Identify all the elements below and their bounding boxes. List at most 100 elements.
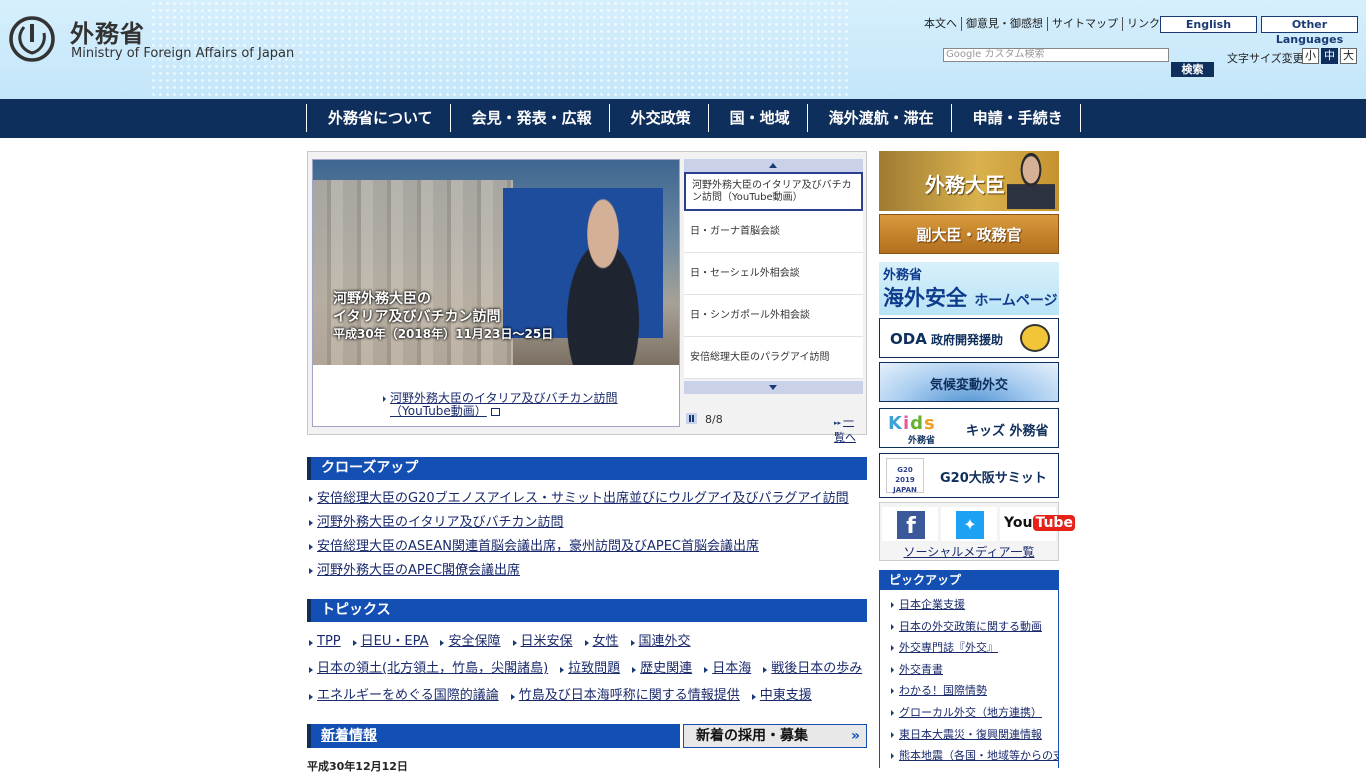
pickup-link[interactable]: 外交青書 — [899, 663, 943, 676]
thumb-item[interactable]: 河野外務大臣のイタリア及びバチカン訪問（YouTube動画） — [684, 172, 863, 211]
youtube-logo-tube: Tube — [1033, 515, 1075, 531]
other-languages-button[interactable]: Other Languages — [1261, 16, 1358, 46]
carousel-thumbnails: 河野外務大臣のイタリア及びバチカン訪問（YouTube動画） 日・ガーナ首脳会談… — [684, 159, 863, 394]
pickup-list: 日本企業支援 日本の外交政策に関する動画 外交専門誌『外交』 外交青書 わかる！… — [880, 590, 1058, 767]
nav-item-countries[interactable]: 国・地域 — [709, 104, 808, 132]
minister-portrait — [1007, 153, 1055, 209]
util-link-sitemap[interactable]: サイトマップ — [1047, 17, 1122, 31]
kids-mofa-banner[interactable]: Kids 外務省 キッズ 外務省 — [879, 408, 1059, 448]
topic-link[interactable]: 竹島及び日本海呼称に関する情報提供 — [519, 688, 740, 703]
topic-link[interactable]: 安全保障 — [448, 634, 500, 649]
pickup-link[interactable]: 日本の外交政策に関する動画 — [899, 620, 1042, 633]
carousel-footer: 8/8 一覧へ — [684, 410, 863, 444]
topic-item: 日EU・EPA — [351, 628, 429, 655]
topic-link[interactable]: 女性 — [593, 634, 619, 649]
topics-row: エネルギーをめぐる国際的議論 竹島及び日本海呼称に関する情報提供 中東支援 — [307, 682, 872, 709]
topics-heading: トピックス — [307, 599, 867, 622]
nav-item-policy[interactable]: 外交政策 — [610, 104, 709, 132]
closeup-link[interactable]: 河野外務大臣のイタリア及びバチカン訪問 — [317, 515, 563, 530]
nav-item-procedures[interactable]: 申請・手続き — [952, 104, 1081, 132]
nav-item-travel[interactable]: 海外渡航・滞在 — [808, 104, 952, 132]
closeup-link[interactable]: 河野外務大臣のAPEC閣僚会議出席 — [317, 563, 520, 578]
topic-item: 日本海 — [702, 655, 751, 682]
list-all-link[interactable]: 一覧へ — [834, 413, 863, 445]
topic-item: 女性 — [583, 628, 619, 655]
kids-banner-label: キッズ 外務省 — [966, 424, 1049, 439]
scroll-up-button[interactable] — [684, 159, 863, 172]
overseas-safety-banner[interactable]: 外務省 海外安全 ホームページ — [879, 262, 1059, 315]
chevron-down-icon — [769, 385, 777, 390]
minister-banner[interactable]: 外務大臣 — [879, 151, 1059, 211]
pickup-link[interactable]: わかる！国際情勢 — [899, 684, 987, 697]
pickup-link[interactable]: 外交専門誌『外交』 — [899, 641, 998, 654]
topic-link[interactable]: 日本の領土(北方領土，竹島，尖閣諸島) — [317, 661, 548, 676]
facebook-button[interactable]: f — [882, 507, 938, 541]
util-link-main-content[interactable]: 本文へ — [920, 17, 961, 31]
list-item: 東日本大震災・復興関連情報 — [890, 724, 1058, 746]
oda-banner[interactable]: ODA 政府開発援助 — [879, 318, 1059, 358]
nav-item-about[interactable]: 外務省について — [307, 104, 451, 132]
closeup-link[interactable]: 安倍総理大臣のG20ブエノスアイレス・サミット出席並びにウルグアイ及びパラグアイ… — [317, 491, 849, 506]
font-size-small-button[interactable]: 小 — [1302, 48, 1319, 64]
vice-minister-banner-label: 副大臣・政務官 — [916, 226, 1022, 244]
thumb-item[interactable]: 安倍総理大臣のパラグアイ訪問 — [684, 337, 863, 379]
topic-link[interactable]: TPP — [317, 634, 341, 649]
youtube-icon: You Tube — [1004, 515, 1075, 531]
topic-link[interactable]: 戦後日本の歩み — [771, 661, 862, 676]
slide-link[interactable]: 河野外務大臣のイタリア及びバチカン訪問 （YouTube動画） — [383, 392, 618, 418]
slide-caption-line2: イタリア及びバチカン訪問 — [333, 309, 501, 325]
thumb-item[interactable]: 日・ガーナ首脳会談 — [684, 211, 863, 253]
topic-item: TPP — [307, 628, 341, 655]
search-button[interactable]: 検索 — [1171, 62, 1214, 77]
nav-item-press[interactable]: 会見・発表・広報 — [451, 104, 610, 132]
closeup-heading: クローズアップ — [307, 457, 867, 480]
list-item: 安倍総理大臣のG20ブエノスアイレス・サミット出席並びにウルグアイ及びパラグアイ… — [307, 487, 849, 511]
tab-recruitment[interactable]: 新着の採用・募集 » — [683, 724, 867, 748]
topic-link[interactable]: 日米安保 — [521, 634, 573, 649]
topic-link[interactable]: 中東支援 — [760, 688, 812, 703]
topic-link[interactable]: 日EU・EPA — [361, 634, 429, 649]
english-button[interactable]: English — [1160, 16, 1257, 33]
slide-link-line2[interactable]: （YouTube動画） — [390, 404, 487, 418]
topic-link[interactable]: 歴史関連 — [640, 661, 692, 676]
global-nav: 外務省について 会見・発表・広報 外交政策 国・地域 海外渡航・滞在 申請・手続… — [0, 99, 1366, 138]
thumb-item[interactable]: 日・セーシェル外相会談 — [684, 253, 863, 295]
pickup-link[interactable]: グローカル外交（地方連携） — [899, 706, 1042, 719]
slide-link-line1[interactable]: 河野外務大臣のイタリア及びバチカン訪問 — [390, 391, 618, 405]
site-logo-japanese[interactable]: 外務省 — [70, 14, 145, 49]
kids-logo-sub: 外務省 — [908, 436, 936, 446]
pickup-link[interactable]: 日本企業支援 — [899, 598, 965, 611]
social-media-list-link[interactable]: ソーシャルメディア一覧 — [880, 543, 1058, 560]
facebook-icon: f — [897, 511, 925, 539]
tab-new-info[interactable]: 新着情報 — [307, 724, 680, 748]
topic-item: 戦後日本の歩み — [761, 655, 862, 682]
scroll-down-button[interactable] — [684, 381, 863, 394]
topic-item: 中東支援 — [750, 682, 812, 709]
twitter-button[interactable]: ✦ — [941, 507, 997, 541]
pickup-link[interactable]: 熊本地震（各国・地域等からの支援等） — [899, 749, 1058, 762]
topic-link[interactable]: 国連外交 — [639, 634, 691, 649]
carousel-slide[interactable]: 河野外務大臣の イタリア及びバチカン訪問 平成30年（2018年）11月23日〜… — [312, 159, 680, 427]
site-logo-english[interactable]: Ministry of Foreign Affairs of Japan — [71, 46, 294, 61]
slide-photo[interactable]: 河野外務大臣の イタリア及びバチカン訪問 平成30年（2018年）11月23日〜… — [313, 160, 679, 365]
util-link-feedback[interactable]: 御意見・御感想 — [961, 17, 1047, 31]
topic-link[interactable]: エネルギーをめぐる国際的議論 — [317, 688, 499, 703]
topic-link[interactable]: 日本海 — [712, 661, 751, 676]
pause-icon[interactable] — [686, 413, 697, 424]
list-item: 熊本地震（各国・地域等からの支援等） — [890, 745, 1058, 767]
pickup-link[interactable]: 東日本大震災・復興関連情報 — [899, 728, 1042, 741]
minister-photo — [543, 190, 663, 365]
g20-osaka-banner[interactable]: G20 2019 JAPAN G20大阪サミット — [879, 453, 1059, 498]
font-size-medium-button[interactable]: 中 — [1321, 48, 1338, 64]
topic-link[interactable]: 拉致問題 — [568, 661, 620, 676]
vice-minister-banner[interactable]: 副大臣・政務官 — [879, 214, 1059, 254]
search-input[interactable]: Google カスタム検索 — [943, 48, 1169, 62]
list-item: 河野外務大臣のAPEC閣僚会議出席 — [307, 559, 849, 583]
youtube-button[interactable]: You Tube — [1000, 507, 1075, 541]
mofa-emblem-icon[interactable] — [8, 15, 56, 63]
thumb-item[interactable]: 日・シンガポール外相会談 — [684, 295, 863, 337]
closeup-link[interactable]: 安倍総理大臣のASEAN関連首脳会議出席，豪州訪問及びAPEC首脳会議出席 — [317, 539, 759, 554]
topics-row: TPP 日EU・EPA 安全保障 日米安保 女性 国連外交 — [307, 628, 872, 655]
climate-diplomacy-banner[interactable]: 気候変動外交 — [879, 362, 1059, 402]
font-size-large-button[interactable]: 大 — [1340, 48, 1357, 64]
